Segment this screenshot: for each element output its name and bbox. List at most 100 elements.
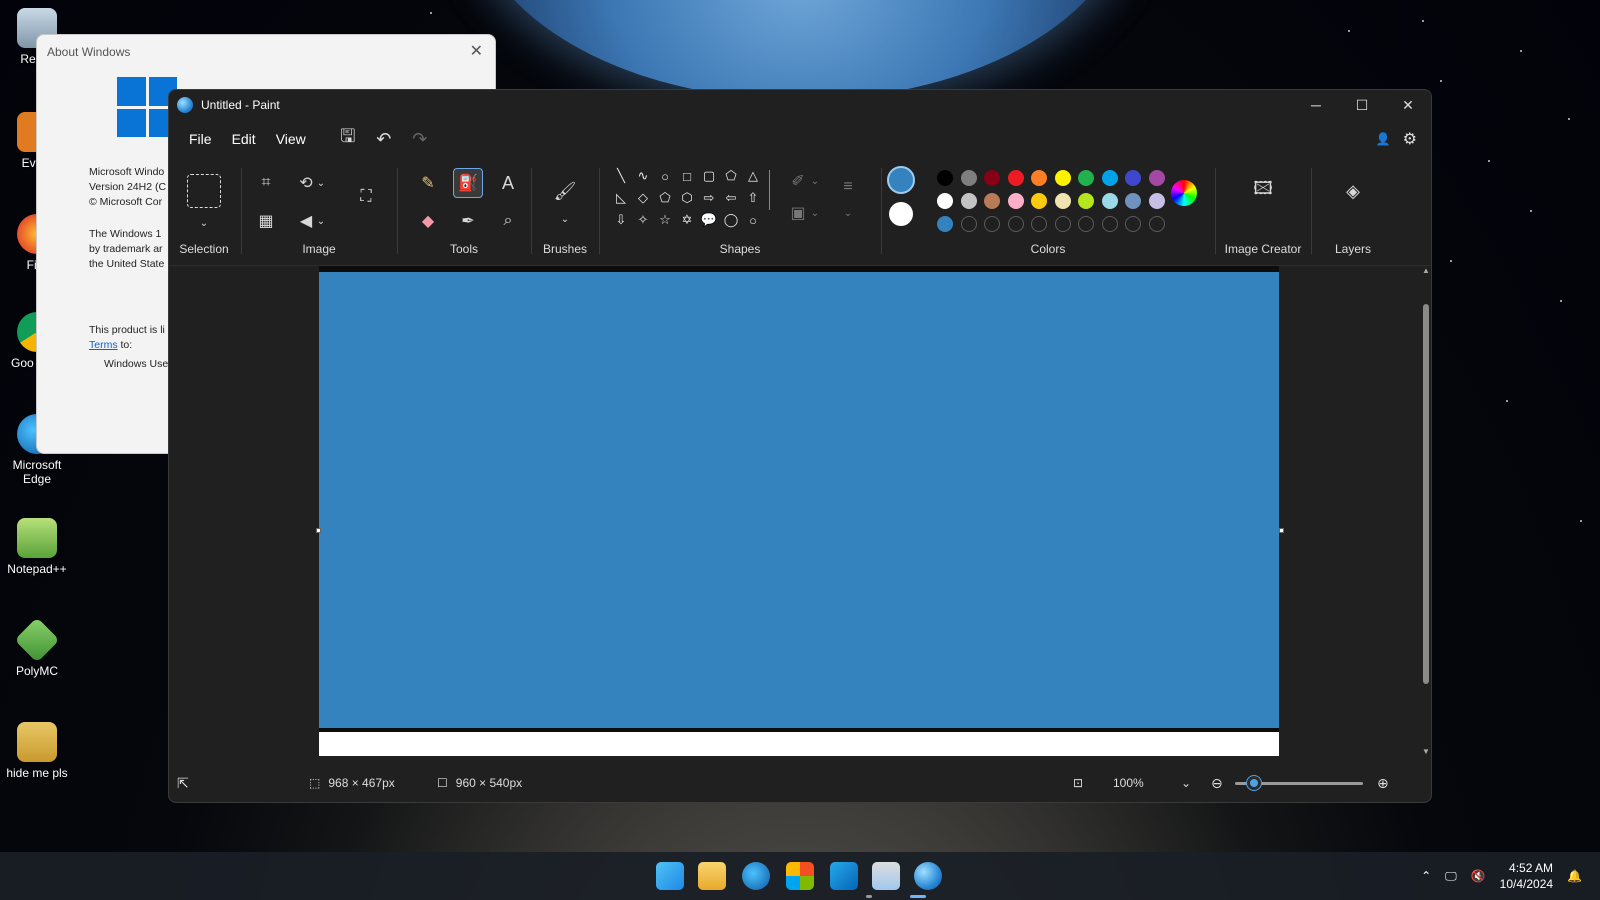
- color-swatch[interactable]: [1078, 193, 1094, 209]
- zoom-dropdown[interactable]: 100% ⌄: [1113, 776, 1191, 790]
- oval-shape-icon[interactable]: ○: [655, 166, 675, 186]
- brush-icon[interactable]: 🖌: [550, 176, 580, 206]
- crop-icon[interactable]: ⌗: [251, 168, 281, 198]
- group-image-creator[interactable]: 🖾 Image Creator: [1217, 158, 1309, 266]
- color-swatch[interactable]: [937, 170, 953, 186]
- color-swatch[interactable]: [1101, 193, 1118, 209]
- six-point-star-shape-icon[interactable]: ✡: [677, 210, 697, 230]
- account-icon[interactable]: 👤: [1376, 132, 1391, 146]
- chevron-up-icon[interactable]: ⌃: [1421, 869, 1431, 883]
- line-shape-icon[interactable]: ╲: [611, 166, 631, 186]
- vertical-scrollbar[interactable]: ▲ ▼: [1422, 266, 1430, 756]
- save-icon[interactable]: 🖫: [330, 124, 366, 154]
- rounded-rectangle-shape-icon[interactable]: ▢: [699, 166, 719, 186]
- desktop-icon-hide-me[interactable]: hide me pls: [0, 722, 74, 780]
- redo-icon[interactable]: ↷: [402, 124, 438, 154]
- network-icon[interactable]: 🖵: [1445, 869, 1457, 884]
- secondary-color-swatch[interactable]: [889, 202, 913, 226]
- color-swatch[interactable]: [1031, 170, 1047, 186]
- color-swatch[interactable]: [1101, 170, 1118, 186]
- volume-icon[interactable]: 🔇: [1471, 869, 1486, 883]
- polygon-shape-icon[interactable]: ⬠: [721, 166, 741, 186]
- notification-bell-icon[interactable]: 🔔: [1567, 869, 1582, 883]
- paint-taskbar-icon[interactable]: [914, 862, 942, 890]
- right-triangle-shape-icon[interactable]: ◺: [611, 188, 631, 208]
- canvas-blue-fill[interactable]: [319, 272, 1279, 728]
- brush-chevron-down-icon[interactable]: ⌄: [550, 204, 580, 234]
- color-swatch[interactable]: [960, 170, 977, 186]
- weight-chevron-down-icon[interactable]: ⌄: [833, 198, 863, 228]
- background-removal-icon[interactable]: ▦: [251, 206, 281, 236]
- color-swatch[interactable]: [1054, 170, 1071, 186]
- color-swatch[interactable]: [1007, 193, 1024, 209]
- menu-edit[interactable]: Edit: [222, 125, 266, 153]
- resize-handle-right[interactable]: [1279, 528, 1284, 533]
- desktop-icon-polymc[interactable]: PolyMC: [0, 617, 74, 678]
- paint-window[interactable]: Untitled - Paint ─ ☐ ✕ File Edit View 🖫 …: [168, 89, 1432, 803]
- right-arrow-shape-icon[interactable]: ⇨: [699, 188, 719, 208]
- canvas[interactable]: [319, 266, 1279, 756]
- file-explorer-icon[interactable]: [698, 862, 726, 890]
- empty-color-slot[interactable]: [984, 216, 1000, 232]
- start-windows-icon[interactable]: [656, 862, 684, 890]
- cloud-callout-shape-icon[interactable]: ○: [743, 210, 763, 230]
- pencil-icon[interactable]: ✎: [413, 168, 443, 198]
- empty-color-slot[interactable]: [1078, 216, 1094, 232]
- close-icon[interactable]: ✕: [470, 41, 483, 61]
- about-windows-taskbar-icon[interactable]: [872, 862, 900, 890]
- empty-color-slot[interactable]: [1125, 216, 1141, 232]
- image-creator-icon[interactable]: 🖾: [1248, 176, 1278, 206]
- chevron-down-icon[interactable]: ⌄: [189, 208, 219, 238]
- close-button[interactable]: ✕: [1385, 90, 1431, 120]
- rectangle-shape-icon[interactable]: □: [677, 166, 697, 186]
- color-picker-icon[interactable]: ✒: [453, 206, 483, 236]
- canvas-workspace[interactable]: ▲ ▼: [169, 266, 1431, 766]
- curve-shape-icon[interactable]: ∿: [633, 166, 653, 186]
- clock[interactable]: 4:52 AM 10/4/2024: [1500, 860, 1553, 892]
- maximize-button[interactable]: ☐: [1339, 90, 1385, 120]
- settings-gear-icon[interactable]: ⚙: [1403, 129, 1417, 149]
- hexagon-shape-icon[interactable]: ⬡: [677, 188, 697, 208]
- four-point-star-shape-icon[interactable]: ✧: [633, 210, 653, 230]
- color-swatch[interactable]: [1148, 193, 1165, 209]
- color-swatch[interactable]: [1125, 193, 1141, 209]
- text-icon[interactable]: A: [493, 168, 523, 198]
- five-point-star-shape-icon[interactable]: ☆: [655, 210, 675, 230]
- resize-handle-left[interactable]: [316, 528, 321, 533]
- scrollbar-thumb[interactable]: [1423, 304, 1429, 684]
- edge-taskbar-icon[interactable]: [742, 862, 770, 890]
- zoom-slider-thumb[interactable]: [1247, 776, 1262, 790]
- color-swatch[interactable]: [1125, 170, 1141, 186]
- store-icon[interactable]: [786, 862, 814, 890]
- outline-chevron-down-icon[interactable]: ⌄: [807, 166, 823, 196]
- menu-view[interactable]: View: [266, 125, 316, 153]
- color-swatch[interactable]: [1031, 193, 1047, 209]
- minimize-button[interactable]: ─: [1293, 90, 1339, 120]
- rotate-chevron-down-icon[interactable]: ⌄: [313, 168, 329, 198]
- magnifier-icon[interactable]: ⌕: [493, 206, 523, 236]
- left-arrow-shape-icon[interactable]: ⇦: [721, 188, 741, 208]
- layers-icon[interactable]: ◈: [1338, 176, 1368, 206]
- menu-file[interactable]: File: [179, 125, 222, 153]
- color-swatch[interactable]: [1007, 170, 1024, 186]
- group-layers[interactable]: ◈ Layers: [1313, 158, 1393, 266]
- undo-icon[interactable]: ↶: [366, 124, 402, 154]
- color-swatch[interactable]: [937, 193, 953, 209]
- color-swatch[interactable]: [984, 193, 1000, 209]
- color-swatch[interactable]: [984, 170, 1000, 186]
- fill-chevron-down-icon[interactable]: ⌄: [807, 198, 823, 228]
- flip-chevron-down-icon[interactable]: ⌄: [313, 206, 329, 236]
- triangle-shape-icon[interactable]: △: [743, 166, 763, 186]
- fit-to-window-icon[interactable]: ⊡: [1073, 776, 1083, 790]
- up-arrow-shape-icon[interactable]: ⇧: [743, 188, 763, 208]
- primary-color-swatch[interactable]: [887, 166, 915, 194]
- eraser-icon[interactable]: ◆: [413, 206, 443, 236]
- rectangle-select-icon[interactable]: [187, 174, 221, 208]
- custom-color-swatch[interactable]: [937, 216, 953, 232]
- pentagon-shape-icon[interactable]: ⬠: [655, 188, 675, 208]
- zoom-in-icon[interactable]: ⊕: [1377, 775, 1389, 792]
- empty-color-slot[interactable]: [1148, 216, 1165, 232]
- empty-color-slot[interactable]: [960, 216, 977, 232]
- oval-callout-shape-icon[interactable]: ◯: [721, 210, 741, 230]
- zoom-out-icon[interactable]: ⊖: [1211, 775, 1223, 792]
